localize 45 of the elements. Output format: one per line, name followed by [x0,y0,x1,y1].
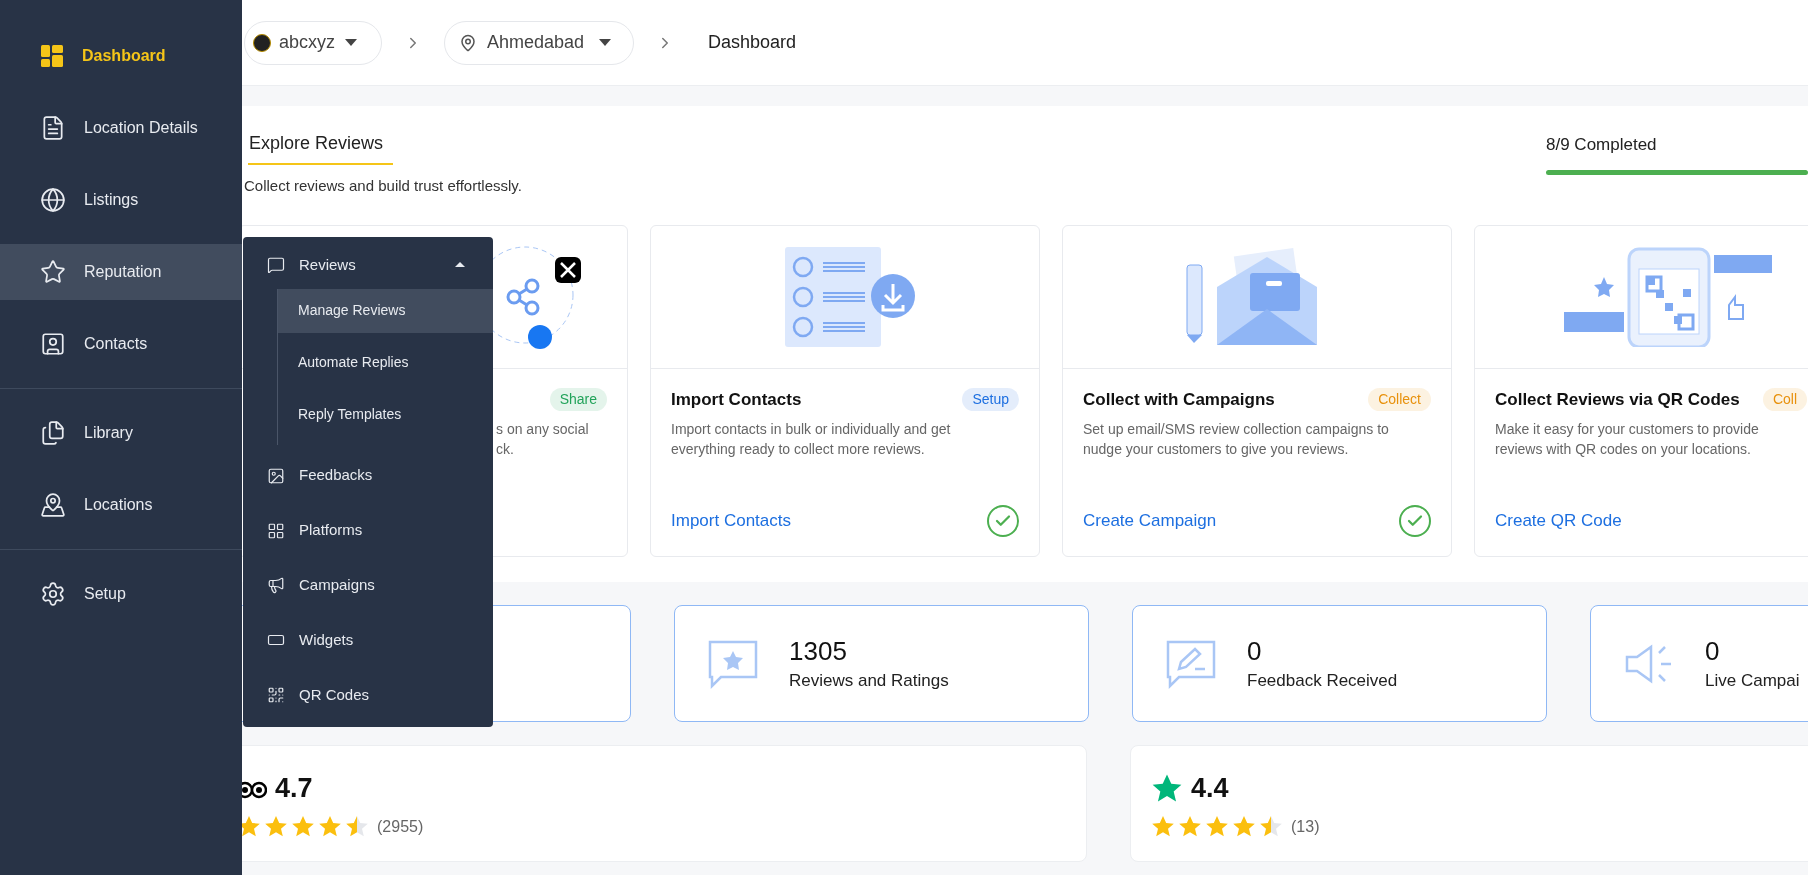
stat-value: 1305 [789,634,848,668]
sidebar-item[interactable]: Listings [0,172,242,228]
card-link[interactable]: Create Campaign [1083,507,1217,534]
sidebar-item[interactable]: Dashboard [0,28,242,84]
flyout-item[interactable]: QR Codes [243,672,493,718]
sidebar-item[interactable]: Locations [0,477,242,533]
flyout-item[interactable]: Platforms [243,507,493,554]
card-link[interactable]: Import Contacts [671,507,791,534]
card-link[interactable]: Create QR Code [1495,507,1622,534]
card-title: Import Contacts [671,388,802,411]
stat-value: 0 [1247,634,1263,668]
stat-value: 0 [1705,634,1721,668]
rating-count: (13) [1291,816,1320,837]
progress-label: 8/9 Completed [1546,134,1658,156]
stat-label: Feedback Received [1247,669,1398,692]
sidebar-item[interactable]: Location Details [0,100,242,156]
card-description: Import contacts in bulk or individually and get everything ready to collect more reviews. [671,419,952,459]
rating-count: (2955) [377,816,424,837]
sidebar-item[interactable]: Reputation [0,244,242,300]
card-tag: Collect [1368,388,1431,411]
stat-label: Live Campai [1705,669,1800,692]
flyout-subitem[interactable]: Manage Reviews [278,288,493,333]
flyout-item[interactable]: Widgets [243,617,493,664]
card-description: Make it easy for your customers to provide reviews with QR codes on your locations. [1495,419,1760,459]
explore-subtitle: Collect reviews and build trust effortlessly. [244,176,522,196]
flyout-item[interactable]: Reviews [243,242,493,288]
flyout-item[interactable]: Feedbacks [243,452,493,499]
card-tag: Share [549,388,607,411]
flyout-subitem[interactable]: Automate Replies [278,340,493,385]
flyout-item[interactable]: Campaigns [243,562,493,609]
sidebar-item[interactable]: Contacts [0,316,242,372]
explore-reviews-tab[interactable]: Explore Reviews [248,130,393,165]
card-title: Collect Reviews via QR Codes [1495,388,1740,411]
rating-score: 4.4 [1191,772,1229,806]
card-description: Set up email/SMS review collection campaigns to nudge your customers to give you reviews. [1083,419,1390,459]
card-title: Collect with Campaigns [1083,388,1275,411]
sidebar-item[interactable]: Setup [0,566,242,622]
rating-score: 4.7 [275,772,313,806]
card-description: s on any social ck. [496,419,590,459]
breadcrumb-current: Dashboard [708,31,797,54]
flyout-subitem[interactable]: Reply Templates [278,392,493,437]
sidebar-item[interactable]: Library [0,405,242,461]
stat-label: Reviews and Ratings [789,669,949,692]
card-tag: Setup [962,388,1019,411]
card-tag: Coll [1762,388,1807,411]
